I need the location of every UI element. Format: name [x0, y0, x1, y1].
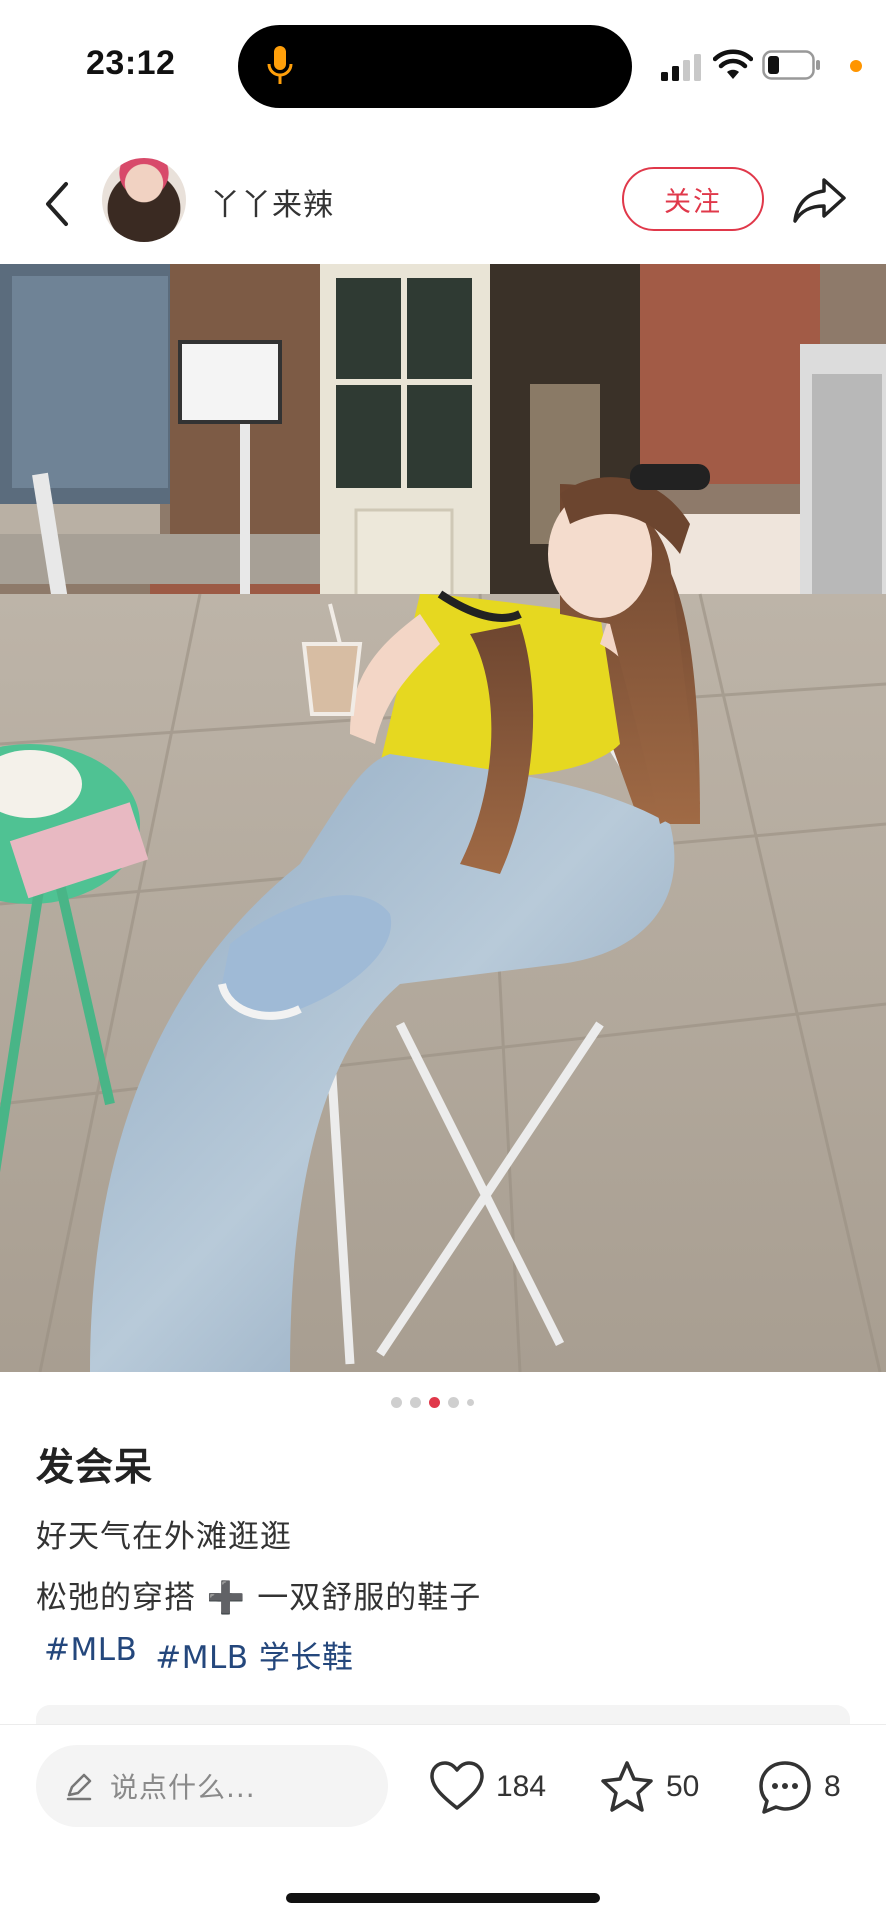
- wifi-icon: [713, 49, 753, 79]
- carousel-dot: [448, 1396, 459, 1408]
- comment-input[interactable]: 说点什么...: [36, 1745, 388, 1827]
- screen: 23:12 丫丫来辣 关注 发会呆 好天气在外滩逛逛 松弛的穿搭 ➕ 一双舒服的…: [0, 0, 886, 1921]
- carousel-dot: [467, 1398, 474, 1406]
- collect-count: 50: [666, 1770, 700, 1803]
- pencil-icon: [66, 1773, 92, 1801]
- note-body-line: 松弛的穿搭 ➕ 一双舒服的鞋子: [36, 1580, 482, 1616]
- collect-button[interactable]: 50: [598, 1757, 699, 1817]
- comment-button[interactable]: 8: [756, 1757, 841, 1817]
- home-indicator[interactable]: [286, 1893, 600, 1903]
- privacy-indicator: [850, 60, 862, 72]
- comment-preview-card: [36, 1705, 850, 1725]
- status-bar: 23:12: [0, 0, 886, 130]
- hashtag-link[interactable]: #MLB: [44, 1632, 137, 1677]
- mic-icon: [267, 46, 293, 84]
- carousel-dot-active: [429, 1396, 440, 1408]
- comment-placeholder: 说点什么...: [110, 1771, 256, 1804]
- note-title: 发会呆: [36, 1445, 154, 1489]
- bottom-action-bar: 说点什么... 184 50 8: [0, 1725, 886, 1921]
- carousel-dot: [410, 1396, 421, 1408]
- follow-button[interactable]: 关注: [622, 167, 764, 231]
- carousel-dots: [391, 1396, 491, 1408]
- back-icon[interactable]: [38, 174, 78, 234]
- like-button[interactable]: 184: [428, 1757, 546, 1817]
- status-time: 23:12: [86, 44, 176, 82]
- share-icon[interactable]: [792, 174, 848, 226]
- signal-icon: [661, 54, 701, 81]
- dynamic-island: [238, 25, 632, 108]
- tag-list: #MLB #MLB 学长鞋: [44, 1632, 353, 1677]
- heart-icon: [430, 1761, 484, 1810]
- author-name[interactable]: 丫丫来辣: [210, 180, 334, 224]
- hashtag-link[interactable]: #MLB 学长鞋: [155, 1632, 353, 1677]
- carousel-dot: [391, 1396, 402, 1408]
- author-avatar[interactable]: [102, 158, 186, 242]
- battery-icon: [762, 50, 820, 80]
- star-icon: [601, 1761, 653, 1812]
- comment-bubble-icon: [759, 1761, 811, 1814]
- comment-count: 8: [824, 1770, 841, 1803]
- note-body-line: 好天气在外滩逛逛: [36, 1519, 292, 1555]
- note-photo[interactable]: [0, 264, 886, 1372]
- note-header: 丫丫来辣 关注: [0, 150, 886, 266]
- like-count: 184: [496, 1770, 547, 1803]
